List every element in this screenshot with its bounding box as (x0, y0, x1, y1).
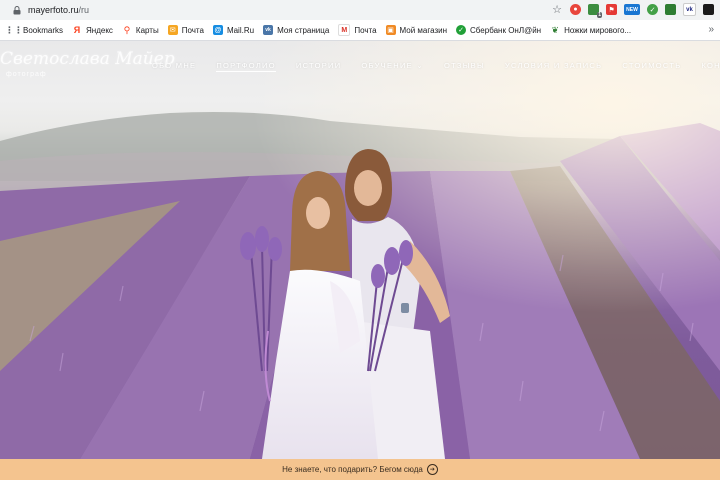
mailru-icon: @ (212, 25, 223, 35)
url-text[interactable]: mayerfoto.ru/ru (28, 5, 89, 15)
extension-dark-icon[interactable] (703, 4, 714, 15)
bookmark-item[interactable]: vk Моя страница (263, 25, 329, 35)
bookmarks-bar: ⋮⋮ Bookmarks Я Яндекс ⚲ Карты ✉ Почта @ Mail.… (0, 20, 720, 41)
lavender-field-illustration (0, 41, 720, 459)
mail-icon: ✉ (167, 25, 178, 35)
leaf-icon: ❦ (551, 24, 559, 35)
map-pin-icon: ⚲ (123, 24, 131, 35)
address-bar[interactable]: mayerfoto.ru/ru ☆ ● 1 ⚑ NEW ✓ vk (0, 0, 720, 20)
apps-grid-icon: ⋮⋮ (5, 24, 23, 35)
gmail-icon: M (338, 24, 351, 36)
bookmark-item[interactable]: ✉ Почта (167, 25, 204, 35)
extension-new-icon[interactable]: NEW (624, 4, 640, 15)
vk-icon: vk (263, 25, 274, 35)
extension-flag-icon[interactable]: ⚑ (606, 4, 617, 15)
yandex-icon: Я (73, 25, 81, 35)
nav-item-portfolio[interactable]: ПОРТФОЛИО (216, 61, 276, 72)
bookmark-item[interactable]: ❦ Ножки мирового... (550, 25, 631, 35)
site-logo-subtitle: фотограф (6, 71, 47, 78)
extension-count-badge: 1 (597, 12, 602, 18)
bookmark-item[interactable]: @ Mail.Ru (212, 25, 254, 35)
chevron-down-icon: ⌄ (416, 61, 424, 70)
nav-item-contacts[interactable]: КОНТАКТЫ (701, 61, 720, 72)
bookmark-item[interactable]: ⚲ Карты (122, 25, 159, 35)
lock-icon[interactable] (12, 5, 22, 15)
extension-check-icon[interactable]: ✓ (647, 4, 658, 15)
bookmark-item[interactable]: ⋮⋮ Bookmarks (5, 24, 63, 35)
nav-item-about[interactable]: ОБО МНЕ (152, 61, 196, 72)
extension-red-icon[interactable]: ● (570, 4, 581, 15)
nav-item-training[interactable]: ОБУЧЕНИЕ ⌄ (361, 61, 424, 72)
nav-item-pricing[interactable]: СТОИМОСТЬ (622, 61, 681, 72)
nav-item-booking[interactable]: УСЛОВИЯ И ЗАПИСЬ (505, 61, 602, 72)
shop-icon: ▣ (385, 25, 396, 35)
bookmark-item[interactable]: ✓ Сбербанк ОнЛ@йн (456, 25, 541, 35)
extension-green-icon[interactable]: 1 (588, 4, 602, 18)
bookmark-star-icon[interactable]: ☆ (551, 3, 563, 16)
site-nav: ОБО МНЕ ПОРТФОЛИО ИСТОРИИ ОБУЧЕНИЕ ⌄ ОТЗ… (152, 61, 720, 72)
sberbank-icon: ✓ (456, 25, 467, 35)
bookmark-item[interactable]: M Почта (338, 24, 377, 36)
bookmark-item[interactable]: Я Яндекс (72, 25, 113, 35)
hero-photo: Светослава Майер фотограф ОБО МНЕ ПОРТФО… (0, 41, 720, 459)
promo-banner[interactable]: Не знаете, что подарить? Бегом сюда ➔ (0, 459, 720, 480)
arrow-right-circle-icon[interactable]: ➔ (426, 464, 438, 475)
extension-vk-icon[interactable]: vk (683, 3, 696, 16)
bookmarks-overflow-icon[interactable]: » (708, 24, 714, 35)
extension-square-icon[interactable] (665, 4, 676, 15)
bookmark-item[interactable]: ▣ Мой магазин (385, 25, 447, 35)
nav-item-stories[interactable]: ИСТОРИИ (296, 61, 342, 72)
site-logo[interactable]: Светослава Майер (0, 49, 175, 69)
nav-item-reviews[interactable]: ОТЗЫВЫ (444, 61, 485, 72)
promo-banner-text[interactable]: Не знаете, что подарить? Бегом сюда (282, 465, 423, 474)
